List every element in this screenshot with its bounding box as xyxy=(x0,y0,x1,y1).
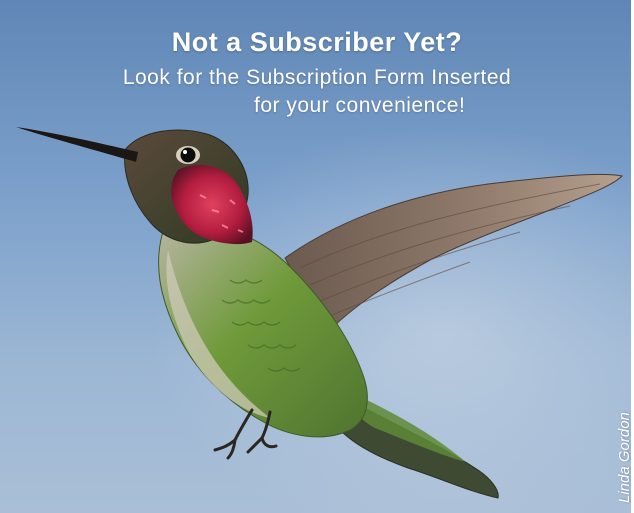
poster: Not a Subscriber Yet? Look for the Subsc… xyxy=(0,0,634,513)
eye-highlight xyxy=(183,150,187,154)
subline-subscription-form: Look for the Subscription Form Inserted xyxy=(122,66,512,89)
eye xyxy=(180,147,196,163)
subline-convenience: for your convenience! xyxy=(254,94,466,117)
beak xyxy=(16,127,138,162)
headline: Not a Subscriber Yet? xyxy=(171,27,463,57)
